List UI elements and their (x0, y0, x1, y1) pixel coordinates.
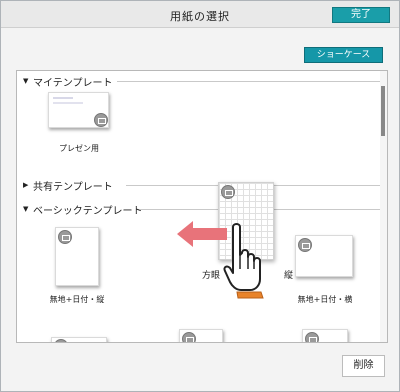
scrollbar-thumb[interactable] (381, 86, 385, 136)
section-basic-templates[interactable]: ▼ ベーシックテンプレート (23, 202, 385, 217)
template-badge-icon (298, 238, 312, 252)
template-thumbnail-presentation[interactable] (48, 92, 109, 128)
template-badge-icon (58, 230, 72, 244)
template-label-plain-portrait: 無地+日付・縦 (49, 295, 105, 304)
template-thumbnail-partial[interactable] (179, 329, 223, 342)
template-badge-icon (182, 332, 196, 342)
thumbnail-text-line (53, 97, 73, 99)
section-my-templates[interactable]: ▼ マイテンプレート (23, 74, 385, 89)
template-list-panel: ▼ マイテンプレート プレゼン用 ▶ 共有テンプレート ▼ ベーシックテンプレー… (16, 70, 388, 343)
template-thumbnail-partial[interactable] (51, 337, 107, 342)
section-label: 共有テンプレート (33, 181, 113, 193)
expanded-triangle-icon: ▼ (23, 205, 29, 213)
template-label-grid-portrait: 方眼 (202, 271, 221, 281)
template-badge-icon (221, 185, 235, 199)
thumbnail-text-line (53, 102, 83, 104)
vertical-scrollbar[interactable] (380, 71, 387, 342)
template-badge-icon (94, 113, 108, 127)
section-label: マイテンプレート (33, 77, 113, 89)
left-arrow-icon (177, 221, 227, 247)
titlebar: 用紙の選択 完了 (1, 1, 399, 28)
done-button[interactable]: 完了 (332, 7, 390, 23)
section-divider (117, 81, 384, 82)
template-thumbnail-partial[interactable] (302, 329, 348, 342)
template-label-presentation: プレゼン用 (59, 144, 99, 153)
template-badge-icon (305, 332, 319, 342)
template-thumbnail-plain-portrait[interactable] (55, 227, 99, 286)
hand-pointer-icon (223, 223, 264, 299)
expanded-triangle-icon: ▼ (23, 77, 29, 85)
showcase-button[interactable]: ショーケース (304, 47, 383, 63)
template-label-plain-landscape: 無地+日付・横 (297, 295, 353, 304)
paper-selection-dialog: 用紙の選択 完了 ショーケース ▼ マイテンプレート プレゼン用 ▶ 共有テンプ… (0, 0, 400, 392)
delete-button[interactable]: 削除 (342, 355, 385, 377)
template-label-grid-portrait-suffix: 縦 (284, 271, 294, 281)
section-label: ベーシックテンプレート (33, 205, 143, 217)
section-shared-templates[interactable]: ▶ 共有テンプレート (23, 178, 385, 193)
collapsed-triangle-icon: ▶ (23, 181, 29, 189)
template-badge-icon (54, 339, 68, 342)
template-thumbnail-plain-landscape[interactable] (295, 235, 353, 277)
